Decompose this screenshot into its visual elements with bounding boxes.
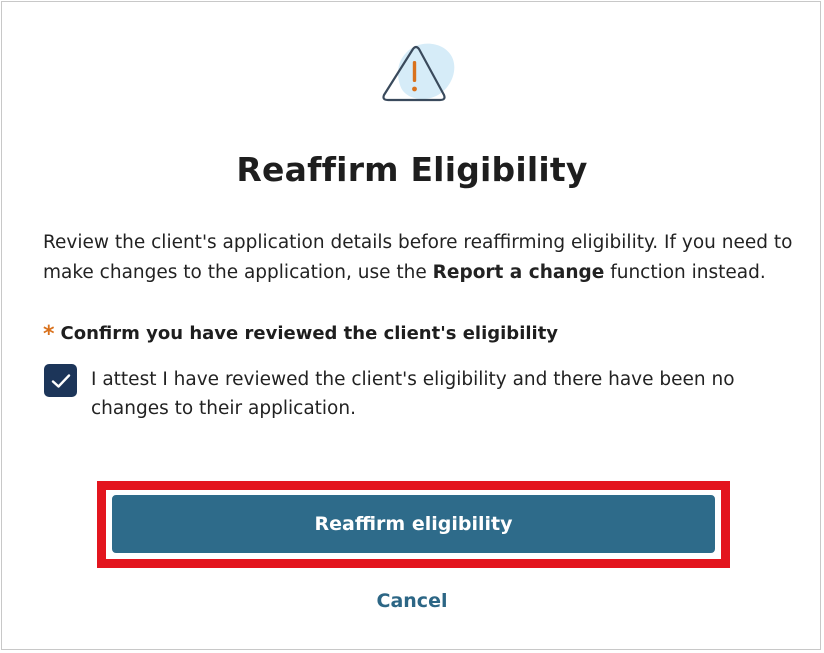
dialog-description: Review the client's application details … <box>43 228 803 288</box>
description-text-end: function instead. <box>604 262 766 283</box>
dialog-title: Reaffirm Eligibility <box>236 150 588 189</box>
reaffirm-eligibility-button[interactable]: Reaffirm eligibility <box>112 495 715 553</box>
required-marker: * <box>43 322 55 347</box>
attest-checkbox[interactable] <box>44 364 77 397</box>
cancel-button[interactable]: Cancel <box>0 590 824 612</box>
attest-checkbox-label[interactable]: I attest I have reviewed the client's el… <box>91 365 791 423</box>
checkmark-icon <box>51 373 70 388</box>
warning-triangle-icon <box>376 39 456 111</box>
report-a-change-text: Report a change <box>432 262 605 283</box>
confirm-label-text: Confirm you have reviewed the client's e… <box>60 323 559 344</box>
confirm-field-label: * Confirm you have reviewed the client's … <box>43 322 558 347</box>
